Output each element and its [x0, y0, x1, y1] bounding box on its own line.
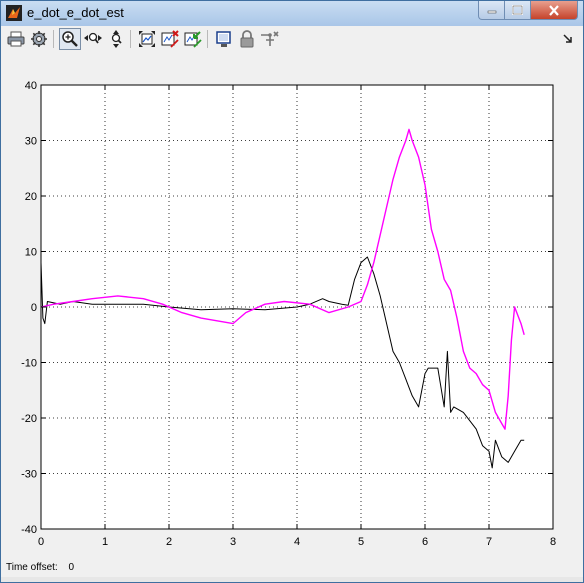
- x-tick-label: 3: [230, 536, 236, 548]
- scope-plot-area[interactable]: 0 1 2 3 4 5 6 7 8 40 30 20 10 0 -10 -20 -30 -40: [1, 53, 583, 559]
- maximize-button[interactable]: [504, 1, 531, 20]
- close-icon: [549, 4, 559, 16]
- x-tick-label: 0: [38, 536, 44, 548]
- close-button[interactable]: [530, 1, 578, 20]
- x-tick-label: 5: [358, 536, 364, 548]
- zoom-x-icon: [84, 32, 102, 44]
- x-tick-label: 7: [486, 536, 492, 548]
- floating-scope-button[interactable]: [213, 28, 235, 50]
- lock-icon: [240, 30, 254, 48]
- y-tick-label: 40: [25, 80, 37, 92]
- y-tick-label: 30: [25, 136, 37, 148]
- restore-axes-button[interactable]: [182, 28, 204, 50]
- x-tick-label: 1: [102, 536, 108, 548]
- dock-button[interactable]: [560, 28, 576, 50]
- y-tick-label: 0: [31, 302, 37, 314]
- scope-toolbar: [1, 26, 583, 54]
- parameters-icon: [31, 31, 47, 47]
- scope-window: e_dot_e_dot_est 0 1 2 3 4 5 6 7 8 40 30 …: [0, 0, 584, 583]
- zoom-y-icon: [111, 30, 122, 48]
- save-axes-icon: [161, 30, 179, 48]
- minimize-button[interactable]: [478, 1, 505, 20]
- restore-axes-icon: [184, 31, 202, 48]
- toolbar-separator: [130, 30, 131, 48]
- autoscale-icon: [139, 31, 155, 47]
- signal-selector-icon: [261, 31, 279, 46]
- y-tick-label: -10: [21, 358, 37, 370]
- dock-arrow-icon: [563, 34, 572, 43]
- print-icon: [7, 31, 25, 47]
- x-tick-label: 8: [550, 536, 556, 548]
- zoom-icon: [62, 31, 78, 47]
- status-bar: Time offset: 0: [6, 562, 74, 573]
- print-button[interactable]: [5, 28, 27, 50]
- window-title: e_dot_e_dot_est: [27, 5, 124, 20]
- time-offset-value: 0: [68, 562, 75, 573]
- y-tick-label: -20: [21, 413, 37, 425]
- zoom-x-button[interactable]: [82, 28, 104, 50]
- y-tick-label: 20: [25, 191, 37, 203]
- zoom-y-button[interactable]: [105, 28, 127, 50]
- matlab-app-icon: [6, 5, 22, 21]
- y-tick-label: -40: [21, 524, 37, 536]
- save-axes-button[interactable]: [159, 28, 181, 50]
- window-bottom-edge: [1, 577, 583, 582]
- minimize-icon: [487, 10, 496, 14]
- toolbar-separator: [207, 30, 208, 48]
- y-tick-label: -30: [21, 469, 37, 481]
- title-bar[interactable]: e_dot_e_dot_est: [1, 1, 583, 26]
- maximize-icon: [512, 5, 523, 15]
- time-offset-label: Time offset:: [6, 562, 58, 573]
- x-tick-label: 6: [422, 536, 428, 548]
- x-tick-label: 4: [294, 536, 300, 548]
- toolbar-separator: [53, 30, 54, 48]
- zoom-button[interactable]: [59, 28, 81, 50]
- floating-scope-icon: [216, 31, 231, 47]
- autoscale-button[interactable]: [136, 28, 158, 50]
- signal-selection-button[interactable]: [259, 28, 281, 50]
- x-tick-label: 2: [166, 536, 172, 548]
- lock-axes-button[interactable]: [236, 28, 258, 50]
- y-tick-label: 10: [25, 247, 37, 259]
- parameters-button[interactable]: [28, 28, 50, 50]
